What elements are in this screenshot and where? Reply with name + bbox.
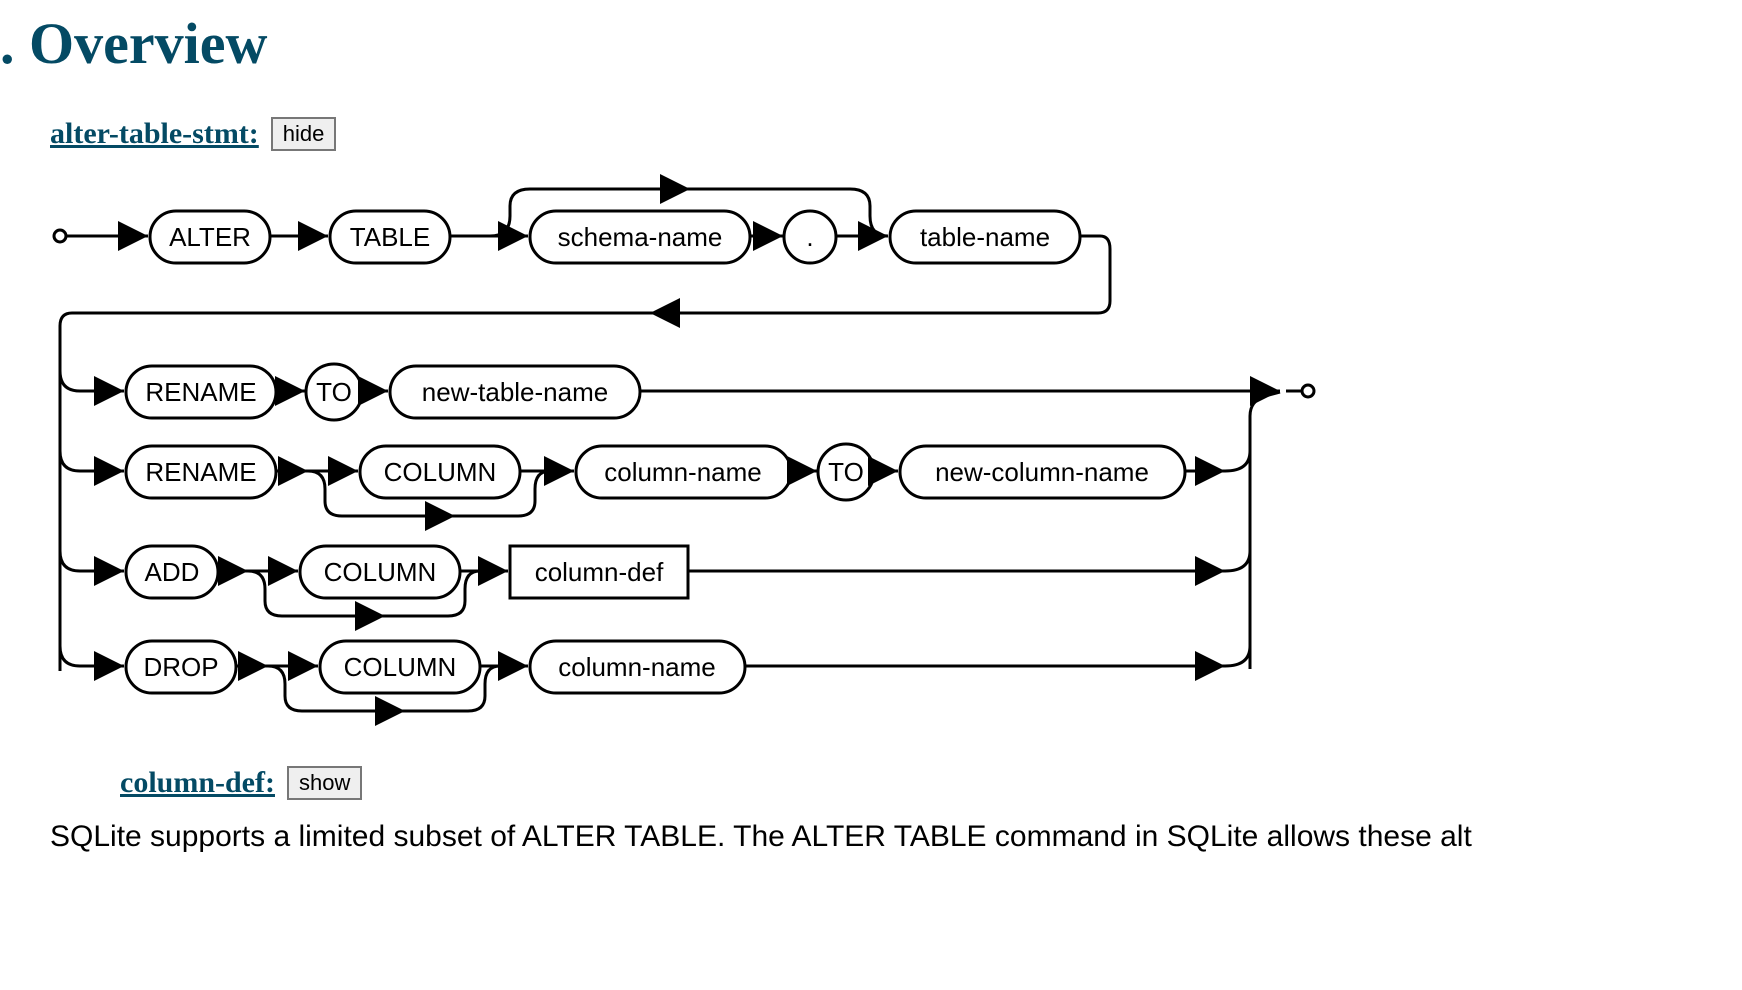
node-column2: COLUMN [384,457,497,487]
node-table: TABLE [350,222,430,252]
node-dot: . [806,222,813,252]
node-alter: ALTER [169,222,251,252]
column-def-header: column-def: show [0,766,1742,800]
heading-prefix: . [0,11,15,76]
node-table-name: table-name [920,222,1050,252]
node-rename2: RENAME [145,457,256,487]
alter-table-stmt-link[interactable]: alter-table-stmt: [50,117,259,151]
railroad-svg: ALTER TABLE schema-name . [50,171,1350,736]
node-drop: DROP [143,652,218,682]
node-rename1: RENAME [145,377,256,407]
node-column-name2: column-name [604,457,762,487]
column-def-link[interactable]: column-def: [120,766,275,800]
node-column4: COLUMN [344,652,457,682]
node-new-column-name: new-column-name [935,457,1149,487]
node-to2: TO [828,457,864,487]
body-paragraph: SQLite supports a limited subset of ALTE… [0,820,1742,854]
node-to1: TO [316,377,352,407]
hide-button[interactable]: hide [271,117,337,151]
page-heading: . Overview [0,10,1742,77]
heading-text: Overview [29,11,267,76]
alter-table-stmt-header: alter-table-stmt: hide [0,117,1742,151]
node-add: ADD [145,557,200,587]
node-new-table-name: new-table-name [422,377,608,407]
node-column3: COLUMN [324,557,437,587]
show-button[interactable]: show [287,766,362,800]
node-schema-name: schema-name [558,222,723,252]
node-column-name4: column-name [558,652,716,682]
syntax-diagram: ALTER TABLE schema-name . [0,171,1742,736]
node-column-def: column-def [535,557,664,587]
